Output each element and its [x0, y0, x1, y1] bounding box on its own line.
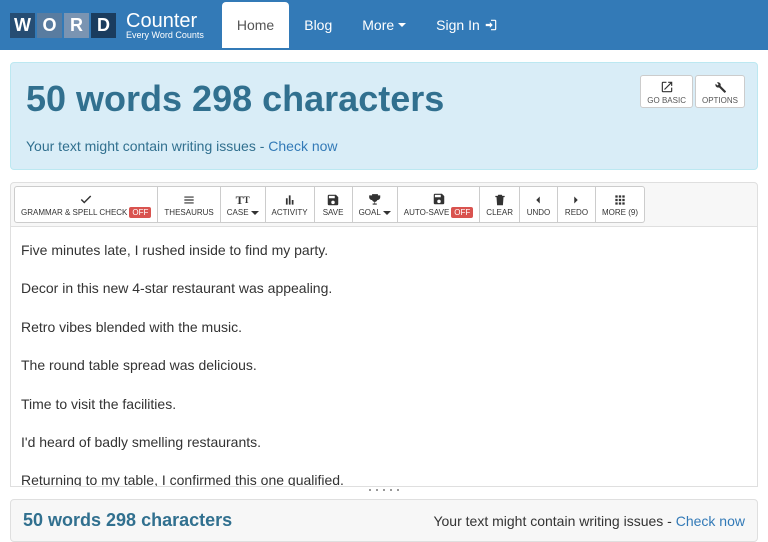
footer-count: 50 words 298 characters	[23, 510, 232, 531]
footer-issues: Your text might contain writing issues -…	[433, 513, 745, 529]
nav: Home Blog More Sign In	[222, 2, 513, 48]
trash-icon	[493, 193, 507, 207]
case-label: CASE	[227, 208, 249, 217]
nav-home[interactable]: Home	[222, 2, 289, 48]
more-label: MORE (9)	[602, 208, 638, 217]
grammar-check-button[interactable]: GRAMMAR & SPELL CHECK OFF	[14, 186, 158, 223]
editor-line: Decor in this new 4-star restaurant was …	[21, 277, 747, 299]
nav-signin[interactable]: Sign In	[421, 2, 513, 48]
goal-label: GOAL	[359, 208, 381, 217]
editor-line: Five minutes late, I rushed inside to fi…	[21, 239, 747, 261]
resize-handle[interactable]	[369, 489, 399, 493]
editor-line: Retro vibes blended with the music.	[21, 316, 747, 338]
navbar: W O R D Counter Every Word Counts Home B…	[0, 0, 768, 50]
editor-line: I'd heard of badly smelling restaurants.	[21, 431, 747, 453]
logo-letter-d: D	[91, 13, 116, 38]
external-icon	[660, 80, 674, 94]
options-button[interactable]: OPTIONS	[695, 75, 745, 108]
editor-line: Time to visit the facilities.	[21, 393, 747, 415]
redo-button[interactable]: REDO	[558, 186, 596, 223]
go-basic-label: GO BASIC	[647, 96, 686, 105]
more-button[interactable]: MORE (9)	[596, 186, 645, 223]
logo-letter-r: R	[64, 13, 89, 38]
clear-label: CLEAR	[486, 208, 513, 217]
bar-chart-icon	[283, 193, 297, 207]
book-icon	[182, 193, 196, 207]
thesaurus-button[interactable]: THESAURUS	[158, 186, 220, 223]
logo-letter-o: O	[37, 13, 62, 38]
autosave-button[interactable]: AUTO-SAVE OFF	[398, 186, 481, 223]
arrow-left-icon	[531, 193, 545, 207]
brand-logo[interactable]: W O R D Counter Every Word Counts	[10, 11, 204, 40]
chevron-down-icon	[383, 211, 391, 215]
check-now-link[interactable]: Check now	[268, 138, 337, 154]
text-editor[interactable]: Five minutes late, I rushed inside to fi…	[10, 227, 758, 487]
chevron-down-icon	[251, 211, 259, 215]
brand-tagline: Every Word Counts	[126, 31, 204, 40]
toolbar: GRAMMAR & SPELL CHECK OFF THESAURUS TT C…	[14, 186, 754, 223]
grid-icon	[613, 193, 627, 207]
redo-label: REDO	[565, 208, 588, 217]
signin-icon	[484, 18, 498, 32]
brand-title: Counter	[126, 11, 204, 31]
writing-issues-notice: Your text might contain writing issues -…	[26, 138, 742, 154]
footer-check-now-link[interactable]: Check now	[676, 513, 745, 529]
activity-label: ACTIVITY	[272, 208, 308, 217]
editor-line: The round table spread was delicious.	[21, 354, 747, 376]
thesaurus-label: THESAURUS	[164, 208, 213, 217]
toolbar-container: GRAMMAR & SPELL CHECK OFF THESAURUS TT C…	[10, 182, 758, 227]
case-button[interactable]: TT CASE	[221, 186, 266, 223]
grammar-off-badge: OFF	[129, 207, 151, 218]
autosave-off-badge: OFF	[451, 207, 473, 218]
logo-letter-w: W	[10, 13, 35, 38]
save-label: SAVE	[323, 208, 344, 217]
nav-signin-label: Sign In	[436, 17, 480, 33]
nav-blog[interactable]: Blog	[289, 2, 347, 48]
autosave-label: AUTO-SAVE	[404, 208, 450, 217]
undo-button[interactable]: UNDO	[520, 186, 558, 223]
nav-more[interactable]: More	[347, 2, 421, 48]
summary-panel: 50 words 298 characters Your text might …	[10, 62, 758, 170]
clear-button[interactable]: CLEAR	[480, 186, 520, 223]
save-button[interactable]: SAVE	[315, 186, 353, 223]
check-icon	[79, 192, 93, 206]
options-label: OPTIONS	[702, 96, 738, 105]
goal-button[interactable]: GOAL	[353, 186, 398, 223]
footer-issues-text: Your text might contain writing issues -	[433, 513, 675, 529]
footer-bar: 50 words 298 characters Your text might …	[10, 499, 758, 542]
word-count-headline: 50 words 298 characters	[26, 78, 742, 120]
trophy-icon	[368, 193, 382, 207]
go-basic-button[interactable]: GO BASIC	[640, 75, 693, 108]
wrench-icon	[713, 80, 727, 94]
writing-issues-text: Your text might contain writing issues -	[26, 138, 268, 154]
arrow-right-icon	[569, 193, 583, 207]
grammar-label: GRAMMAR & SPELL CHECK	[21, 208, 127, 217]
save-icon	[326, 193, 340, 207]
nav-more-label: More	[362, 17, 394, 33]
save-icon	[432, 192, 446, 206]
chevron-down-icon	[398, 23, 406, 27]
activity-button[interactable]: ACTIVITY	[266, 186, 315, 223]
brand-text: Counter Every Word Counts	[126, 11, 204, 40]
undo-label: UNDO	[527, 208, 551, 217]
editor-line: Returning to my table, I confirmed this …	[21, 469, 747, 487]
